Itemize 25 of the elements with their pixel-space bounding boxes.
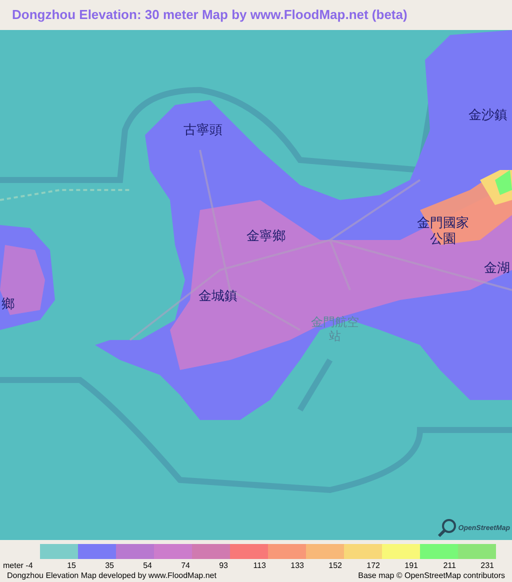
credit-text: Dongzhou Elevation Map developed by www.FloodMap.net	[7, 571, 216, 581]
place-label: 鄉	[2, 298, 14, 311]
place-label: 金湖	[484, 262, 510, 275]
place-label: 金寧鄉	[246, 230, 286, 243]
place-label: 金門國家	[417, 217, 469, 230]
page-title: Dongzhou Elevation: 30 meter Map by www.FloodMap.net (beta)	[12, 6, 408, 24]
legend-label: 133	[290, 561, 304, 571]
legend-label: meter -4	[2, 561, 34, 571]
legend-label: 15	[66, 561, 76, 571]
legend-label: 93	[218, 561, 228, 571]
magnifier-icon	[437, 518, 458, 538]
attribution-text: Base map © OpenStreetMap contributors	[358, 571, 505, 581]
legend-label: 74	[180, 561, 190, 571]
legend-label: 152	[328, 561, 342, 571]
legend-label: 231	[480, 561, 494, 571]
legend-label: 113	[252, 561, 266, 571]
legend-label: 211	[442, 561, 456, 571]
place-label: 古寧頭	[184, 124, 222, 137]
legend-label: 54	[142, 561, 152, 571]
legend-label: 191	[404, 561, 418, 571]
place-label: 公園	[430, 233, 456, 246]
place-label: 金沙鎮	[468, 109, 508, 122]
place-label: 金城鎮	[198, 290, 238, 303]
legend-label: 35	[104, 561, 114, 571]
legend-label: 172	[366, 561, 380, 571]
